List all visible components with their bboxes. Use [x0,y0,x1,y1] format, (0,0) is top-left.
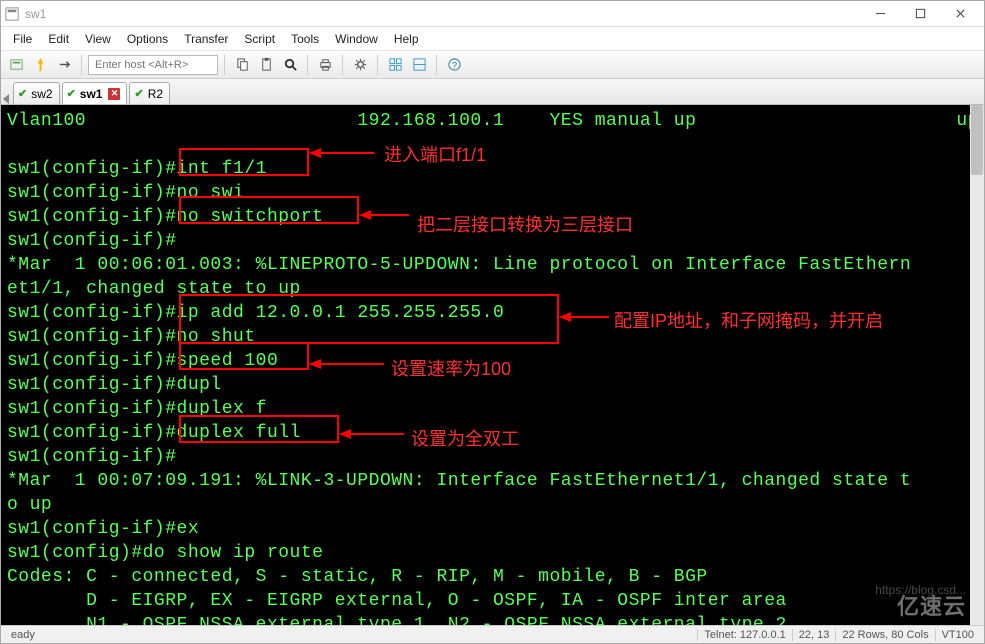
window-title: sw1 [25,7,46,21]
tab-sw2[interactable]: ✔ sw2 [13,82,60,104]
tab-strip: ✔ sw2 ✔ sw1 ✕ ✔ R2 [1,79,984,105]
status-ready: eady [5,629,41,641]
tab-sw1[interactable]: ✔ sw1 ✕ [62,82,128,104]
session-manager-icon[interactable] [5,54,27,76]
tab-label: sw2 [31,87,52,101]
help-icon[interactable]: ? [443,54,465,76]
tab-label: sw1 [80,87,103,101]
menu-help[interactable]: Help [386,27,427,51]
window-titlebar: sw1 [1,1,984,27]
copy-icon[interactable] [231,54,253,76]
terminal-output: Vlan100 192.168.100.1 YES manual up up s… [1,105,984,625]
tab-label: R2 [148,87,163,101]
minimize-button[interactable] [860,1,900,27]
menu-tools[interactable]: Tools [283,27,327,51]
menu-edit[interactable]: Edit [40,27,77,51]
print-icon[interactable] [314,54,336,76]
status-pos: 22, 13 [792,629,836,641]
toolbar: ? [1,51,984,79]
sessions-icon[interactable] [384,54,406,76]
menu-transfer[interactable]: Transfer [176,27,236,51]
tab-scroll-left-icon[interactable] [3,94,9,104]
scrollbar-thumb[interactable] [971,105,983,175]
connected-check-icon: ✔ [18,87,27,100]
status-telnet: Telnet: 127.0.0.1 [697,629,791,641]
menu-options[interactable]: Options [119,27,176,51]
status-size: 22 Rows, 80 Cols [835,629,934,641]
maximize-button[interactable] [900,1,940,27]
find-icon[interactable] [279,54,301,76]
status-bar: eady Telnet: 127.0.0.1 22, 13 22 Rows, 8… [1,625,984,643]
tile-icon[interactable] [408,54,430,76]
quick-connect-icon[interactable] [29,54,51,76]
menu-view[interactable]: View [77,27,119,51]
tab-close-icon[interactable]: ✕ [108,88,120,100]
svg-text:?: ? [451,60,456,70]
connected-check-icon: ✔ [67,87,76,100]
connected-check-icon: ✔ [134,87,143,100]
host-input[interactable] [88,55,218,75]
menu-window[interactable]: Window [327,27,386,51]
vertical-scrollbar[interactable] [970,105,984,625]
settings-icon[interactable] [349,54,371,76]
menu-file[interactable]: File [5,27,40,51]
tab-r2[interactable]: ✔ R2 [129,82,170,104]
app-icon [5,7,19,21]
close-button[interactable] [940,1,980,27]
menu-script[interactable]: Script [236,27,283,51]
paste-icon[interactable] [255,54,277,76]
menubar: File Edit View Options Transfer Script T… [1,27,984,51]
connect-bar-icon[interactable] [53,54,75,76]
status-term: VT100 [935,629,980,641]
terminal-pane[interactable]: Vlan100 192.168.100.1 YES manual up up s… [1,105,984,625]
